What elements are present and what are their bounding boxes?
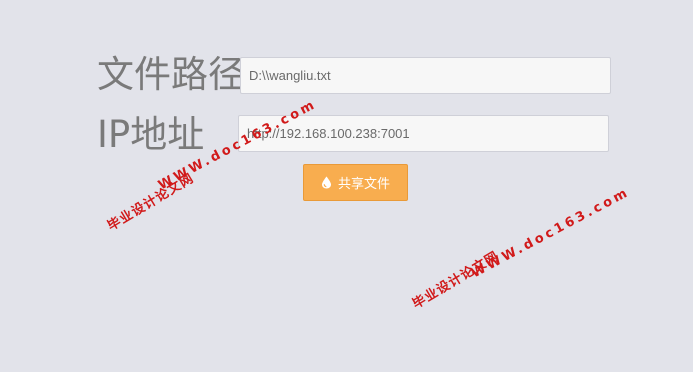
file-path-input[interactable] — [240, 57, 611, 94]
share-file-button[interactable]: 共享文件 — [303, 164, 408, 201]
droplet-icon — [321, 176, 332, 189]
file-path-label: 文件路径 — [97, 53, 245, 96]
watermark-text-2: 毕业设计论文网 — [410, 248, 502, 313]
ip-address-label: IP地址 — [97, 113, 205, 156]
watermark-text-1: 毕业设计论文网 — [105, 170, 197, 235]
share-file-button-label: 共享文件 — [337, 177, 390, 192]
